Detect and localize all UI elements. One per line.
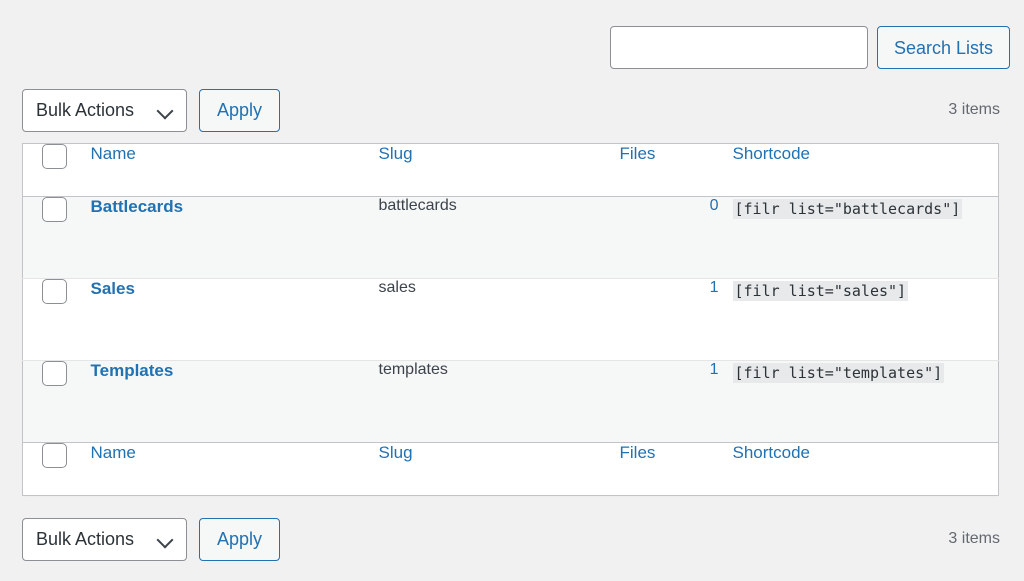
column-header-name-label-top: Name xyxy=(90,144,136,163)
bulk-actions-label-top: Bulk Actions xyxy=(36,99,135,120)
admin-list-page: Search Lists Bulk Actions Apply 3 items … xyxy=(0,0,1024,581)
table-row: Sales sales 1 [filr list="sales"] xyxy=(22,278,999,361)
column-header-name-label-bottom: Name xyxy=(90,443,136,462)
row-select-cell xyxy=(22,360,81,443)
column-header-shortcode-label-bottom: Shortcode xyxy=(732,443,811,462)
search-box: Search Lists xyxy=(609,26,1010,69)
table-row: Templates templates 1 [filr list="templa… xyxy=(22,360,999,443)
select-all-checkbox-top[interactable] xyxy=(42,144,67,169)
row-select-cell xyxy=(23,197,81,279)
displaying-num-top: 3 items xyxy=(948,101,1000,118)
row-name-link[interactable]: Sales xyxy=(91,279,135,298)
table-body: Battlecards battlecards 0 [filr list="ba… xyxy=(22,196,999,443)
row-shortcode-cell: [filr list="templates"] xyxy=(726,360,999,443)
row-files-link[interactable]: 0 xyxy=(710,197,727,214)
row-shortcode-text: [filr list="sales"] xyxy=(732,281,909,301)
table-header-row: Name Slug Files Shortcode xyxy=(22,143,999,197)
row-select-cell xyxy=(22,278,81,361)
column-header-name-bottom[interactable]: Name xyxy=(80,442,378,496)
table-row: Battlecards battlecards 0 [filr list="ba… xyxy=(22,196,999,279)
row-name-link[interactable]: Battlecards xyxy=(91,197,184,216)
table-head: Name Slug Files Shortcode xyxy=(22,143,999,197)
column-header-slug-bottom[interactable]: Slug xyxy=(377,442,620,496)
row-files-link[interactable]: 1 xyxy=(710,279,727,296)
column-header-shortcode-top[interactable]: Shortcode xyxy=(726,143,999,197)
search-lists-button[interactable]: Search Lists xyxy=(876,26,1010,69)
tablenav-top: Bulk Actions Apply 3 items xyxy=(22,88,1000,132)
column-header-shortcode-label-top: Shortcode xyxy=(732,144,811,163)
row-files-link[interactable]: 1 xyxy=(710,361,727,378)
bulk-actions-select-bottom[interactable]: Bulk Actions xyxy=(22,517,187,561)
row-shortcode-cell: [filr list="battlecards"] xyxy=(727,197,999,279)
row-name-cell: Templates xyxy=(80,360,378,443)
column-header-files-bottom[interactable]: Files xyxy=(619,442,727,496)
bulk-actions-select-top[interactable]: Bulk Actions xyxy=(22,88,187,132)
column-header-shortcode-bottom[interactable]: Shortcode xyxy=(726,442,999,496)
row-slug-text: templates xyxy=(378,361,448,378)
row-checkbox[interactable] xyxy=(42,279,67,304)
row-name-cell: Battlecards xyxy=(81,197,378,279)
row-name-link[interactable]: Templates xyxy=(91,361,174,380)
tablenav-bottom: Bulk Actions Apply 3 items xyxy=(22,517,1000,561)
column-header-slug-label-top: Slug xyxy=(378,144,413,163)
row-slug-text: sales xyxy=(378,279,416,296)
displaying-num-bottom: 3 items xyxy=(948,530,1000,547)
row-slug-cell: battlecards xyxy=(378,197,620,279)
apply-button-bottom[interactable]: Apply xyxy=(199,517,281,561)
row-files-cell: 0 xyxy=(620,197,727,279)
select-all-header-bottom xyxy=(22,442,81,496)
row-slug-cell: sales xyxy=(377,278,620,361)
row-shortcode-cell: [filr list="sales"] xyxy=(726,278,999,361)
select-all-header-top xyxy=(22,143,81,197)
column-header-files-label-top: Files xyxy=(619,144,656,163)
apply-button-top[interactable]: Apply xyxy=(199,88,281,132)
select-all-checkbox-bottom[interactable] xyxy=(42,443,67,468)
row-checkbox[interactable] xyxy=(42,197,67,222)
bulk-actions-label-bottom: Bulk Actions xyxy=(36,528,135,549)
row-shortcode-text: [filr list="templates"] xyxy=(732,363,945,383)
column-header-files-top[interactable]: Files xyxy=(619,143,727,197)
row-files-cell: 1 xyxy=(619,360,727,443)
row-checkbox[interactable] xyxy=(42,361,67,386)
column-header-name-top[interactable]: Name xyxy=(80,143,378,197)
column-header-slug-label-bottom: Slug xyxy=(378,443,413,462)
chevron-down-icon xyxy=(158,532,173,547)
lists-table: Name Slug Files Shortcode Battlecards ba… xyxy=(22,143,999,496)
row-shortcode-text: [filr list="battlecards"] xyxy=(732,199,963,219)
row-slug-cell: templates xyxy=(377,360,620,443)
table-footer-row: Name Slug Files Shortcode xyxy=(22,442,999,496)
column-header-slug-top[interactable]: Slug xyxy=(377,143,620,197)
column-header-files-label-bottom: Files xyxy=(619,443,656,462)
chevron-down-icon xyxy=(158,103,173,118)
row-slug-text: battlecards xyxy=(378,197,457,214)
table-foot: Name Slug Files Shortcode xyxy=(22,442,999,496)
row-name-cell: Sales xyxy=(80,278,378,361)
search-input[interactable] xyxy=(609,26,868,69)
row-files-cell: 1 xyxy=(619,278,727,361)
